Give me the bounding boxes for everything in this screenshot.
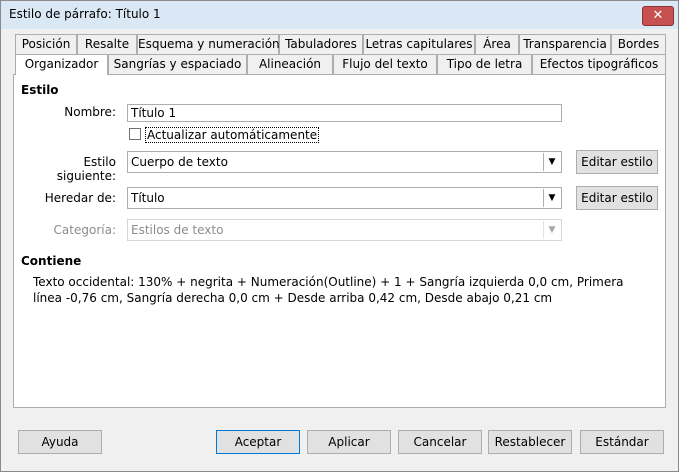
next-style-dropdown[interactable]: Cuerpo de texto ▼ xyxy=(127,151,562,173)
next-style-value: Cuerpo de texto xyxy=(131,155,228,169)
next-style-label: Estilo siguiente: xyxy=(56,155,116,183)
apply-button[interactable]: Aplicar xyxy=(307,430,391,454)
window-title: Estilo de párrafo: Título 1 xyxy=(9,7,161,21)
tab-bordes[interactable]: Bordes xyxy=(611,34,666,54)
ok-button[interactable]: Aceptar xyxy=(216,430,300,454)
help-button[interactable]: Ayuda xyxy=(18,430,102,454)
inherit-value: Título xyxy=(131,191,165,205)
edit-inherit-style-button[interactable]: Editar estilo xyxy=(576,186,658,210)
name-field[interactable]: Título 1 xyxy=(127,104,562,122)
contains-description: Texto occidental: 130% + negrita + Numer… xyxy=(33,275,624,305)
tab-tabuladores[interactable]: Tabuladores xyxy=(279,34,363,54)
tab-organizador[interactable]: Organizador xyxy=(15,54,108,75)
tab-area[interactable]: Área xyxy=(475,34,519,54)
category-label: Categoría: xyxy=(53,223,116,237)
tab-efectos-tipograficos[interactable]: Efectos tipográficos xyxy=(532,54,666,74)
contains-section-heading: Contiene xyxy=(21,254,82,268)
name-label: Nombre: xyxy=(64,105,116,119)
tab-transparencia[interactable]: Transparencia xyxy=(519,34,611,54)
category-value: Estilos de texto xyxy=(131,223,224,237)
tab-posicion[interactable]: Posición xyxy=(15,34,77,54)
tab-esquema-numeracion[interactable]: Esquema y numeración xyxy=(137,34,280,54)
standard-button[interactable]: Estándar xyxy=(580,430,664,454)
paragraph-style-dialog: Estilo de párrafo: Título 1 ✕ Posición R… xyxy=(0,0,679,472)
tab-alineacion[interactable]: Alineación xyxy=(247,54,333,74)
autoupdate-label[interactable]: Actualizar automáticamente xyxy=(145,127,320,143)
organizer-panel: Estilo Nombre: Título 1 Actualizar autom… xyxy=(13,74,666,408)
chevron-down-icon[interactable]: ▼ xyxy=(543,153,560,171)
title-bar[interactable]: Estilo de párrafo: Título 1 ✕ xyxy=(1,1,678,29)
tab-flujo-texto[interactable]: Flujo del texto xyxy=(333,54,437,74)
tab-tipo-letra[interactable]: Tipo de letra xyxy=(437,54,532,74)
chevron-down-icon[interactable]: ▼ xyxy=(543,189,560,207)
chevron-down-icon: ▼ xyxy=(543,221,560,239)
tab-letras-capitulares[interactable]: Letras capitulares xyxy=(363,34,475,54)
style-section-heading: Estilo xyxy=(21,83,59,97)
autoupdate-checkbox[interactable] xyxy=(129,128,141,140)
inherit-label: Heredar de: xyxy=(44,191,116,205)
cancel-button[interactable]: Cancelar xyxy=(398,430,482,454)
reset-button[interactable]: Restablecer xyxy=(488,430,572,454)
tab-resalte[interactable]: Resalte xyxy=(77,34,137,54)
category-dropdown: Estilos de texto ▼ xyxy=(127,219,562,241)
edit-next-style-button[interactable]: Editar estilo xyxy=(576,150,658,174)
inherit-dropdown[interactable]: Título ▼ xyxy=(127,187,562,209)
close-button[interactable]: ✕ xyxy=(642,6,674,26)
tab-sangrias-espaciado[interactable]: Sangrías y espaciado xyxy=(108,54,247,74)
